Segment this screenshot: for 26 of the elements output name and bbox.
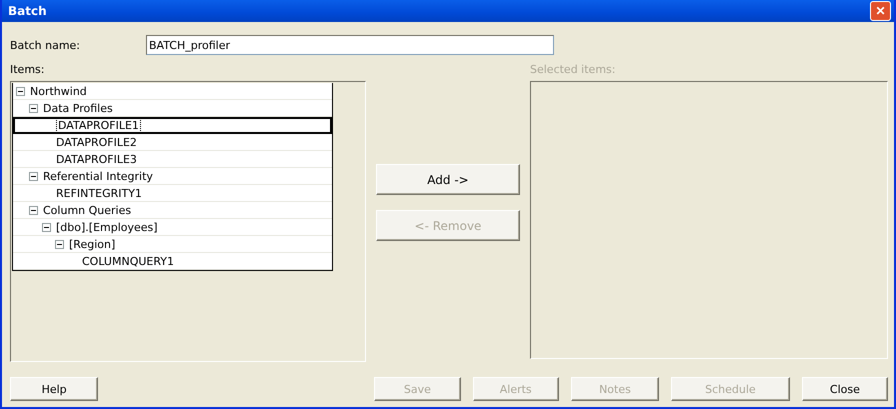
tree-item[interactable]: DATAPROFILE1	[57, 119, 140, 132]
tree-item[interactable]: Referential Integrity	[42, 170, 154, 182]
tree-item[interactable]: [Region]	[68, 238, 116, 250]
tree-item[interactable]: DATAPROFILE2	[55, 136, 138, 148]
tree-item[interactable]: Column Queries	[42, 204, 132, 216]
tree-item[interactable]: DATAPROFILE3	[55, 152, 138, 166]
window-title: Batch	[8, 4, 47, 18]
tree-item[interactable]: Data Profiles	[42, 102, 114, 114]
collapse-toggle-icon[interactable]	[29, 206, 38, 214]
batch-name-field[interactable]: BATCH_profiler	[146, 35, 554, 55]
selected-items-label: Selected items:	[530, 63, 616, 76]
batch-name-label: Batch name:	[10, 38, 82, 52]
tree-item[interactable]: REFINTEGRITY1	[55, 186, 143, 200]
tree-item[interactable]: Northwind	[29, 84, 88, 98]
close-button[interactable]: ✕	[870, 1, 891, 21]
collapse-toggle-icon[interactable]	[16, 86, 25, 96]
collapse-toggle-icon[interactable]	[55, 240, 64, 248]
collapse-toggle-icon[interactable]	[29, 104, 38, 112]
tree-item[interactable]: [dbo].[Employees]	[55, 220, 159, 234]
tree-item[interactable]: COLUMNQUERY1	[81, 254, 176, 268]
add-button[interactable]: Add ->	[376, 164, 520, 195]
dialog-button[interactable]: Close	[802, 377, 888, 401]
dialog-button[interactable]: Help	[10, 377, 98, 401]
items-label: Items:	[10, 63, 46, 76]
collapse-toggle-icon[interactable]	[42, 222, 51, 232]
collapse-toggle-icon[interactable]	[29, 172, 38, 180]
